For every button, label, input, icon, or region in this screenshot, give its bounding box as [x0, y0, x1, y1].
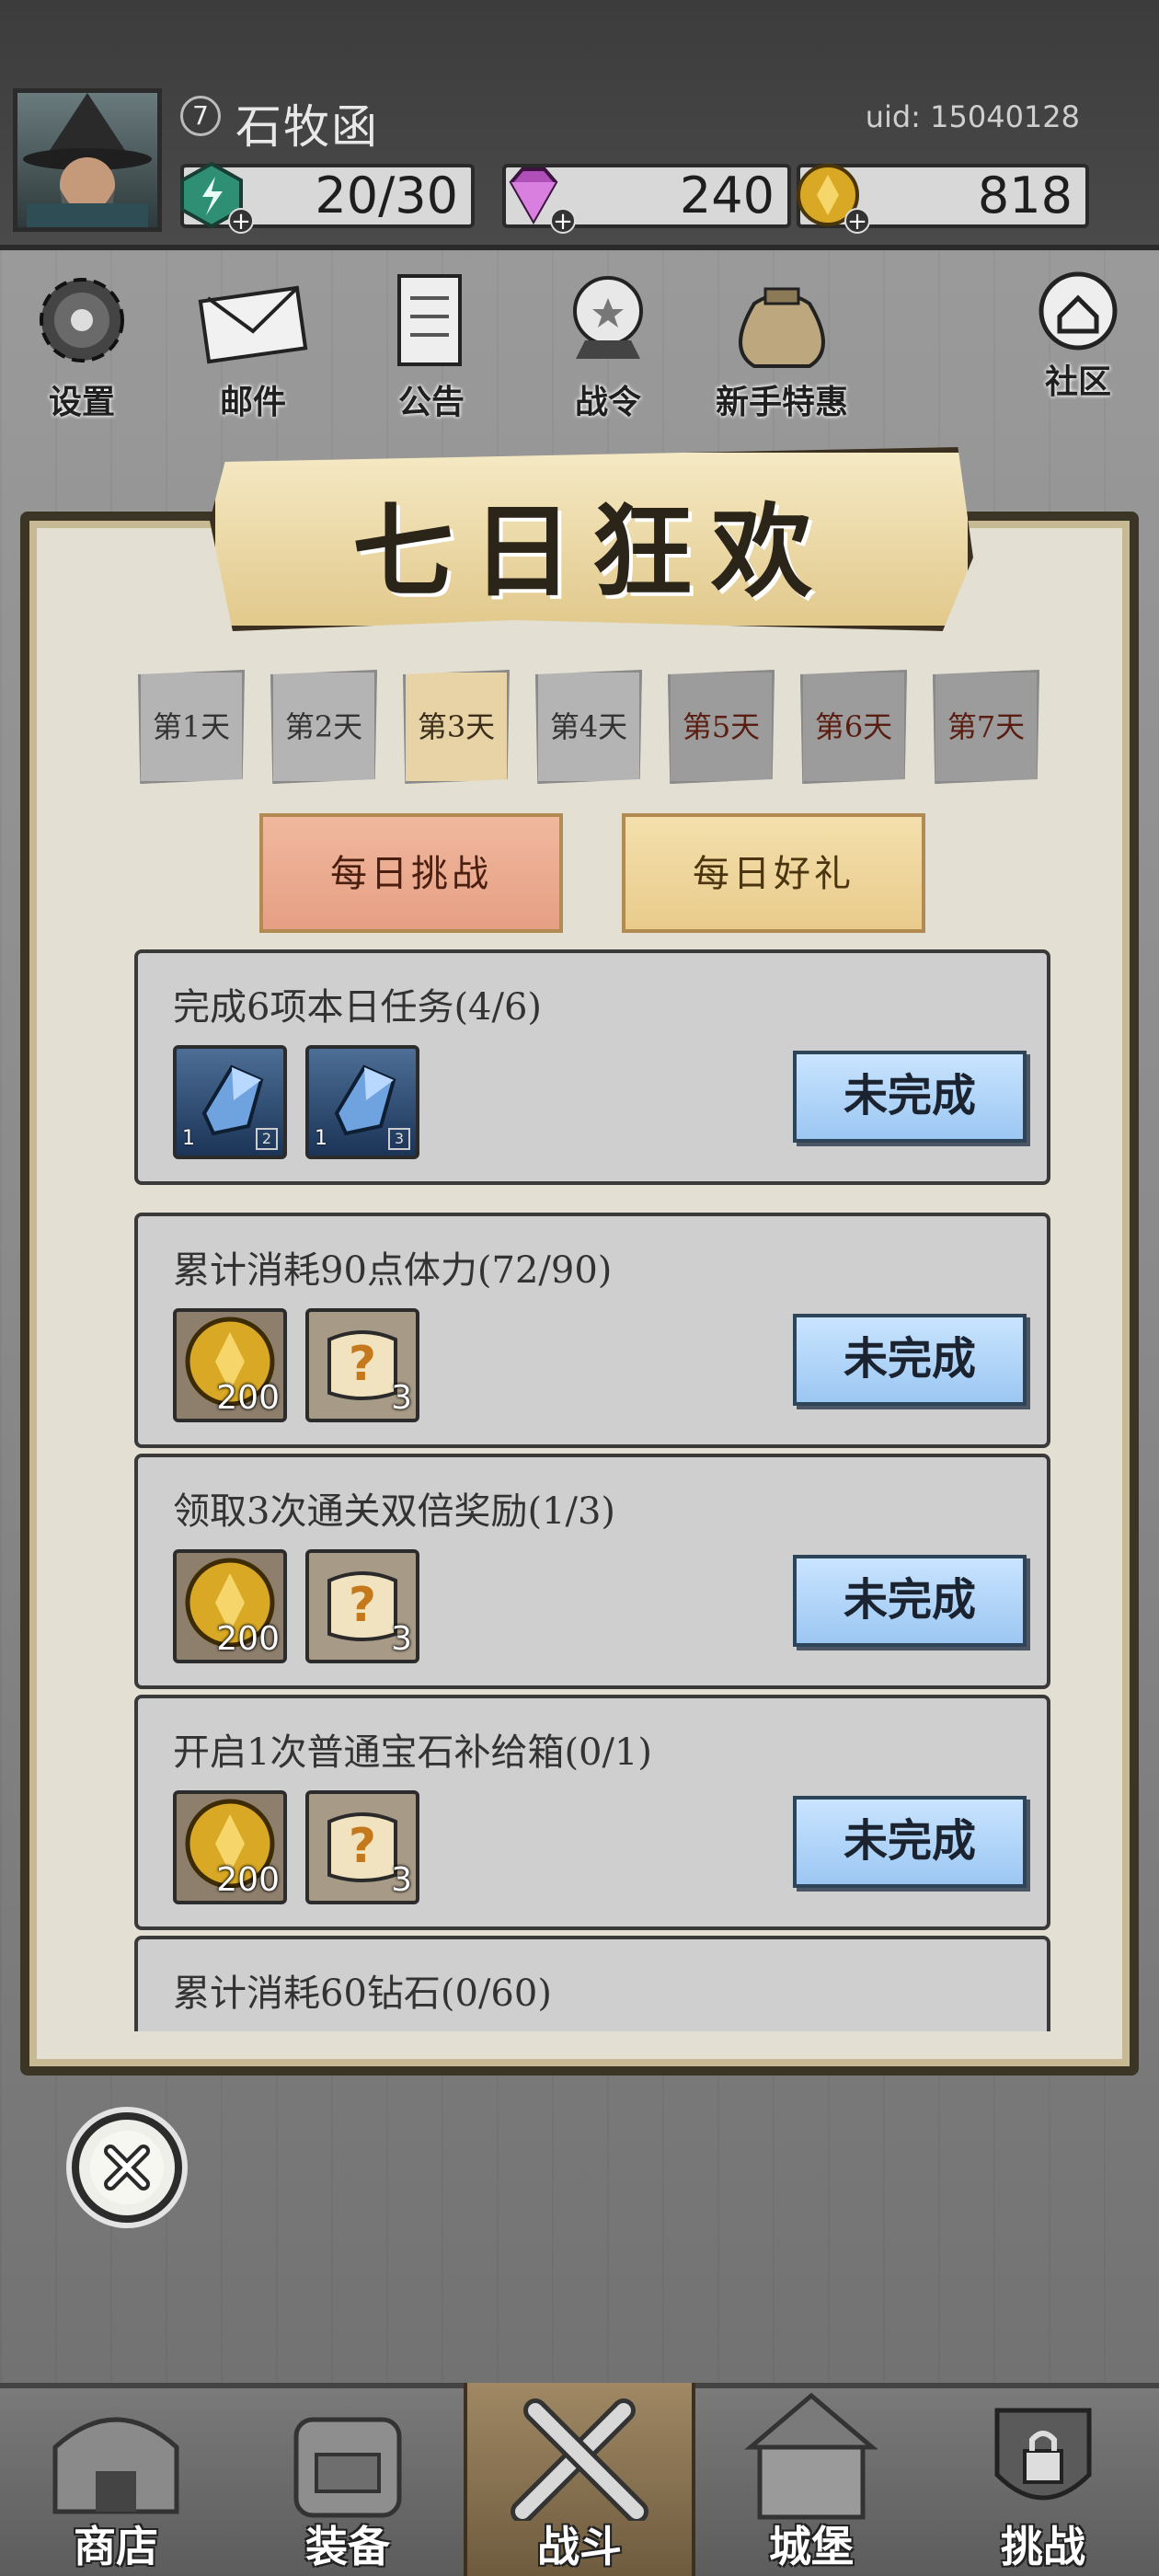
- add-stamina-icon[interactable]: +: [228, 208, 254, 234]
- nav-castle[interactable]: 城堡: [695, 2383, 927, 2576]
- nav-shop[interactable]: 商店: [0, 2383, 232, 2576]
- add-gold-icon[interactable]: +: [844, 208, 870, 234]
- stamina-value: 20/30: [315, 167, 458, 224]
- player-uid: uid: 15040128: [865, 99, 1080, 134]
- reward-qty: 1: [182, 1127, 195, 1150]
- notice-label: 公告: [397, 383, 465, 421]
- event-title: 七日狂欢: [352, 492, 831, 611]
- task-status-button[interactable]: 未完成: [793, 1796, 1027, 1888]
- task-status-button[interactable]: 未完成: [793, 1051, 1027, 1143]
- reward-qty: 200: [216, 1620, 280, 1658]
- shop-icon: [52, 2417, 179, 2514]
- reward-item[interactable]: ? 3: [305, 1308, 419, 1422]
- reward-item[interactable]: ? 3: [305, 1549, 419, 1663]
- notice-button[interactable]: 公告: [372, 267, 491, 423]
- locked-shield-icon: [994, 2408, 1092, 2501]
- reward-qty: 3: [391, 1379, 412, 1417]
- nav-battle[interactable]: 战斗: [464, 2383, 695, 2576]
- task-title: 领取3次通关双倍奖励(1/3): [173, 1490, 616, 1533]
- reward-item[interactable]: 200: [173, 1308, 287, 1422]
- task-title: 累计消耗90点体力(72/90): [173, 1249, 613, 1292]
- nav-equipment-label: 装备: [305, 2522, 390, 2571]
- reward-item[interactable]: 200: [173, 1549, 287, 1663]
- battle-pass-label: 战令: [574, 383, 641, 421]
- reward-qty: 3: [391, 1861, 412, 1899]
- task-row: 领取3次通关双倍奖励(1/3) 200 ? 3 未完成: [134, 1454, 1050, 1689]
- mail-label: 邮件: [219, 383, 286, 421]
- task-title: 累计消耗60钻石(0/60): [173, 1972, 552, 2015]
- settings-label: 设置: [48, 383, 115, 421]
- starter-offer-label: 新手特惠: [715, 383, 848, 421]
- diamond-counter[interactable]: + 240: [502, 164, 791, 234]
- starter-offer-button[interactable]: 新手特惠: [699, 267, 865, 423]
- scroll-icon: [397, 274, 462, 366]
- day-tab-7[interactable]: 第7天: [933, 670, 1039, 784]
- diamond-value: 240: [679, 167, 775, 224]
- mail-button[interactable]: 邮件: [193, 267, 313, 423]
- player-name: 石牧函: [235, 100, 379, 154]
- reward-tier: 3: [388, 1128, 410, 1150]
- svg-text:?: ?: [349, 1578, 376, 1633]
- day-tab-2[interactable]: 第2天: [270, 670, 377, 784]
- wizard-portrait-icon: [23, 93, 152, 227]
- task-title: 开启1次普通宝石补给箱(0/1): [173, 1731, 653, 1774]
- reward-item[interactable]: 1 3: [305, 1045, 419, 1159]
- crystal-ball-icon: [573, 276, 643, 359]
- svg-text:?: ?: [349, 1337, 376, 1392]
- player-avatar[interactable]: [13, 88, 162, 232]
- reward-qty: 1: [315, 1127, 327, 1150]
- reward-qty: 200: [216, 1379, 280, 1417]
- community-label: 社区: [1044, 362, 1111, 401]
- day-tab-4[interactable]: 第4天: [535, 670, 642, 784]
- nav-castle-label: 城堡: [769, 2522, 854, 2571]
- reward-item[interactable]: 200: [173, 1790, 287, 1904]
- svg-text:?: ?: [349, 1819, 376, 1874]
- close-button[interactable]: [72, 2112, 182, 2223]
- nav-shop-label: 商店: [74, 2522, 158, 2571]
- task-status-button[interactable]: 未完成: [793, 1555, 1027, 1647]
- backpack-icon: [293, 2417, 402, 2518]
- task-row: 开启1次普通宝石补给箱(0/1) 200 ? 3 未完成: [134, 1695, 1050, 1930]
- home-bubble-icon: [1039, 271, 1118, 351]
- stamina-counter[interactable]: + 20/30: [180, 161, 475, 234]
- castle-icon: [744, 2392, 878, 2520]
- day-tab-3[interactable]: 第3天: [403, 670, 510, 784]
- level-badge: 7: [180, 96, 221, 136]
- day-tab-1[interactable]: 第1天: [138, 670, 245, 784]
- gold-counter[interactable]: + 818: [797, 164, 1089, 234]
- tab-daily-gift[interactable]: 每日好礼: [622, 813, 925, 933]
- mail-icon: [198, 285, 308, 364]
- task-status-button[interactable]: 未完成: [793, 1314, 1027, 1406]
- community-button[interactable]: 社区: [1017, 267, 1139, 423]
- add-diamond-icon[interactable]: +: [550, 208, 576, 234]
- reward-qty: 3: [391, 1620, 412, 1658]
- close-icon: [90, 2131, 164, 2204]
- task-title: 完成6项本日任务(4/6): [173, 986, 543, 1029]
- reward-tier: 2: [256, 1128, 278, 1150]
- task-row: 完成6项本日任务(4/6) 1 2 1 3 未完成: [134, 949, 1050, 1185]
- day-tab-6[interactable]: 第6天: [800, 670, 907, 784]
- reward-qty: 200: [216, 1861, 280, 1899]
- tab-daily-challenge[interactable]: 每日挑战: [259, 813, 563, 933]
- nav-battle-label: 战斗: [537, 2522, 622, 2571]
- task-row: 累计消耗60钻石(0/60): [134, 1936, 1050, 2031]
- nav-challenge[interactable]: 挑战: [927, 2383, 1159, 2576]
- settings-button[interactable]: 设置: [22, 267, 142, 423]
- gold-value: 818: [977, 167, 1073, 224]
- nav-challenge-label: 挑战: [1001, 2522, 1085, 2571]
- task-row: 累计消耗90点体力(72/90) 200 ? 3 未完成: [134, 1213, 1050, 1448]
- nav-equipment[interactable]: 装备: [232, 2383, 464, 2576]
- reward-item[interactable]: 1 2: [173, 1045, 287, 1159]
- crossed-swords-icon: [511, 2398, 648, 2524]
- day-tab-5[interactable]: 第5天: [668, 670, 775, 784]
- battle-pass-button[interactable]: 战令: [548, 267, 668, 423]
- money-bag-icon: [739, 287, 825, 368]
- reward-item[interactable]: ? 3: [305, 1790, 419, 1904]
- gear-icon: [40, 278, 124, 362]
